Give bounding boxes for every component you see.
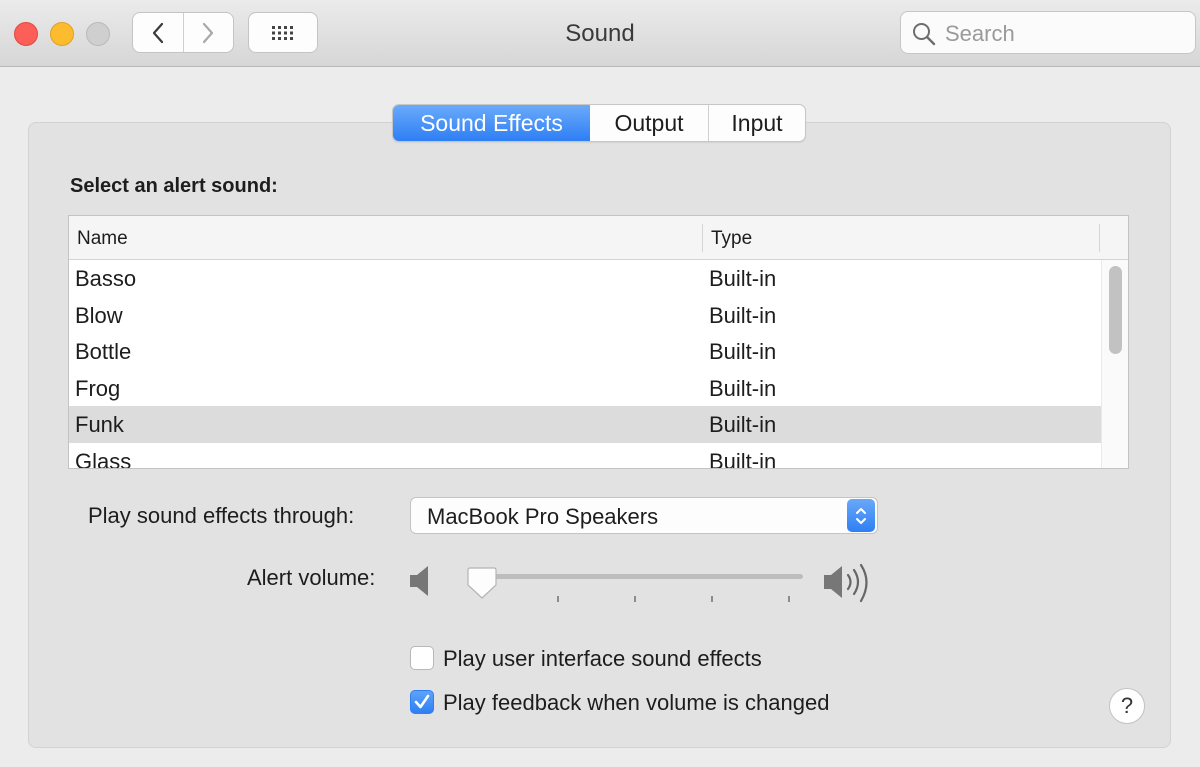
table-header: Name Type [69,216,1128,260]
help-button[interactable]: ? [1109,688,1145,724]
sound-type: Built-in [709,448,777,469]
ui-sound-effects-label[interactable]: Play user interface sound effects [443,646,762,672]
table-row[interactable]: Glass Built-in [69,443,1101,469]
title-bar: Sound Search [0,0,1200,67]
output-device-label: Play sound effects through: [88,503,355,528]
scrollbar-thumb[interactable] [1109,266,1122,354]
column-divider [1099,224,1100,252]
sound-type: Built-in [709,339,777,364]
sound-type: Built-in [709,412,777,437]
alert-volume-track[interactable] [470,574,803,579]
alert-volume-label: Alert volume: [247,565,376,590]
volume-feedback-checkbox[interactable] [410,690,434,714]
tab-sound-effects[interactable]: Sound Effects [393,105,590,141]
sound-name: Frog [75,375,121,401]
alert-sound-heading: Select an alert sound: [70,175,278,197]
tab-output[interactable]: Output [590,105,709,141]
sound-name: Funk [75,412,124,437]
slider-tick [557,596,559,602]
table-row[interactable]: Blow Built-in [69,297,1101,334]
search-field[interactable]: Search [900,11,1196,54]
sound-type: Built-in [709,302,777,328]
search-icon [913,23,936,46]
column-header-name[interactable]: Name [77,228,128,250]
ui-sound-effects-checkbox[interactable] [410,646,434,670]
vertical-scrollbar[interactable] [1101,260,1128,468]
popup-arrows [847,499,875,532]
column-header-type[interactable]: Type [711,228,752,250]
speaker-low-icon [410,566,428,596]
volume-feedback-label[interactable]: Play feedback when volume is changed [443,690,829,716]
table-row[interactable]: Basso Built-in [69,260,1101,297]
tab-input[interactable]: Input [709,105,805,141]
column-divider [702,224,703,252]
table-body: Basso Built-in Blow Built-in Bottle Buil… [69,260,1101,469]
sound-type: Built-in [709,266,777,291]
sound-name: Glass [75,448,132,469]
table-row[interactable]: Frog Built-in [69,370,1101,407]
sound-type: Built-in [709,375,777,401]
sound-name: Bottle [75,339,132,364]
table-row-selected[interactable]: Funk Built-in [69,406,1101,443]
slider-tick [788,596,790,602]
sound-name: Blow [75,302,123,328]
output-device-select[interactable]: MacBook Pro Speakers [410,497,878,534]
output-device-value: MacBook Pro Speakers [427,504,659,529]
slider-tick [634,596,636,602]
checkmark-icon [414,694,430,709]
alert-sounds-table: Name Type Basso Built-in Blow Built-in B… [68,215,1129,469]
slider-tick [711,596,713,602]
speaker-high-icon [824,563,868,603]
alert-volume-knob[interactable] [466,565,498,601]
table-row[interactable]: Bottle Built-in [69,333,1101,370]
chevron-up-down-icon [856,507,866,524]
search-placeholder: Search [945,21,1015,46]
tab-bar: Sound Effects Output Input [392,104,806,142]
sound-name: Basso [75,266,137,291]
